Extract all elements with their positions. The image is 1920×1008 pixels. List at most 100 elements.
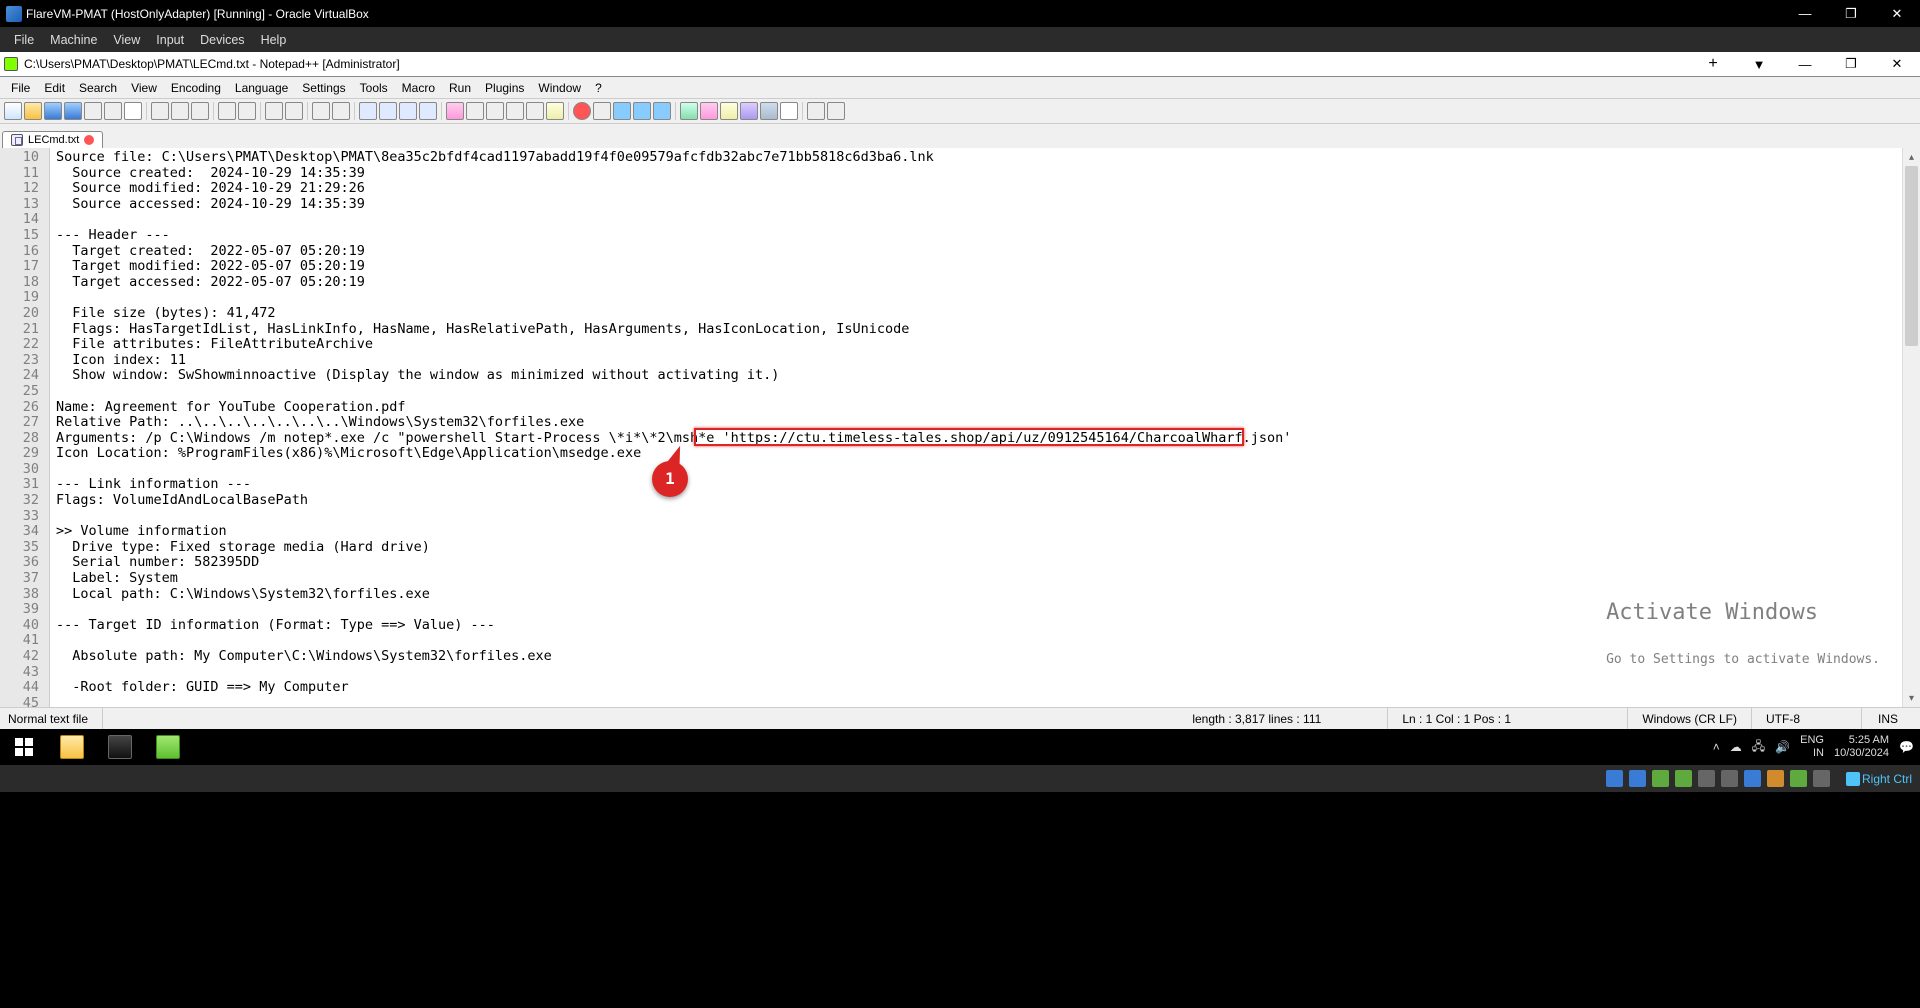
menu-help[interactable]: Help xyxy=(253,30,295,50)
tb-mark4[interactable] xyxy=(740,102,758,120)
npp-menu-view[interactable]: View xyxy=(124,79,164,97)
npp-menu-language[interactable]: Language xyxy=(228,79,295,97)
tb-mark5[interactable] xyxy=(760,102,778,120)
npp-menu-search[interactable]: Search xyxy=(72,79,124,97)
vbox-record-icon[interactable] xyxy=(1767,770,1784,787)
tb-copy[interactable] xyxy=(171,102,189,120)
vbox-cpu-icon[interactable] xyxy=(1790,770,1807,787)
npp-menu-encoding[interactable]: Encoding xyxy=(164,79,228,97)
tb-undo[interactable] xyxy=(218,102,236,120)
text-editor[interactable]: Source file: C:\Users\PMAT\Desktop\PMAT\… xyxy=(50,148,1902,707)
tb-zoomin[interactable] xyxy=(312,102,330,120)
tb-find[interactable] xyxy=(265,102,283,120)
tb-saveall[interactable] xyxy=(64,102,82,120)
tb-replace[interactable] xyxy=(285,102,303,120)
tb-extra2[interactable] xyxy=(827,102,845,120)
start-button[interactable] xyxy=(0,729,48,765)
tb-zoomout[interactable] xyxy=(332,102,350,120)
tb-cut[interactable] xyxy=(151,102,169,120)
tb-playmulti[interactable] xyxy=(633,102,651,120)
taskbar-notepadpp[interactable] xyxy=(144,729,192,765)
npp-menu-plugins[interactable]: Plugins xyxy=(478,79,531,97)
tab-lecmd[interactable]: LECmd.txt xyxy=(2,131,103,148)
minimize-button[interactable]: — xyxy=(1782,0,1828,27)
tb-map[interactable] xyxy=(466,102,484,120)
npp-menu-help[interactable]: ? xyxy=(588,79,609,97)
vbox-hostkey[interactable]: Right Ctrl xyxy=(1846,772,1912,786)
npp-menu-settings[interactable]: Settings xyxy=(295,79,352,97)
menu-view[interactable]: View xyxy=(105,30,148,50)
vbox-display-icon[interactable] xyxy=(1744,770,1761,787)
tb-new[interactable] xyxy=(4,102,22,120)
tb-indent[interactable] xyxy=(419,102,437,120)
tb-monitor[interactable] xyxy=(546,102,564,120)
tb-showall[interactable] xyxy=(399,102,417,120)
menu-file[interactable]: File xyxy=(6,30,42,50)
tb-extra1[interactable] xyxy=(807,102,825,120)
tb-clearstyle[interactable] xyxy=(780,102,798,120)
tb-funclist[interactable] xyxy=(506,102,524,120)
menu-devices[interactable]: Devices xyxy=(192,30,252,50)
tb-func[interactable] xyxy=(446,102,464,120)
tray-network-icon[interactable]: 🖧 xyxy=(1752,737,1765,758)
tb-mark2[interactable] xyxy=(700,102,718,120)
status-length: length : 3,817 lines : 111 xyxy=(1178,708,1388,729)
npp-close-button[interactable]: ✕ xyxy=(1874,52,1920,77)
tb-record[interactable] xyxy=(573,102,591,120)
vbox-usb-icon[interactable] xyxy=(1698,770,1715,787)
tb-open[interactable] xyxy=(24,102,42,120)
tb-stop[interactable] xyxy=(593,102,611,120)
tb-play[interactable] xyxy=(613,102,631,120)
tray-cloud-icon[interactable]: ☁ xyxy=(1730,740,1742,754)
npp-minimize-button[interactable]: — xyxy=(1782,52,1828,77)
npp-menu-edit[interactable]: Edit xyxy=(37,79,72,97)
menu-input[interactable]: Input xyxy=(148,30,192,50)
npp-menu-window[interactable]: Window xyxy=(531,79,588,97)
vbox-net-icon[interactable] xyxy=(1675,770,1692,787)
plus-button[interactable]: + xyxy=(1690,52,1736,77)
tab-close-icon[interactable] xyxy=(84,135,94,145)
vbox-audio-icon[interactable] xyxy=(1652,770,1669,787)
tb-sync[interactable] xyxy=(359,102,377,120)
vbox-share-icon[interactable] xyxy=(1721,770,1738,787)
vbox-hd-icon[interactable] xyxy=(1606,770,1623,787)
vertical-scrollbar[interactable]: ▴ ▾ xyxy=(1902,148,1920,707)
tb-save[interactable] xyxy=(44,102,62,120)
taskbar-app2[interactable] xyxy=(96,729,144,765)
tray-notifications-icon[interactable]: 💬 xyxy=(1899,740,1914,754)
scroll-up-icon[interactable]: ▴ xyxy=(1903,148,1920,166)
tb-savemacro[interactable] xyxy=(653,102,671,120)
taskbar-fileexplorer[interactable] xyxy=(48,729,96,765)
tb-print[interactable] xyxy=(124,102,142,120)
tray-language[interactable]: ENGIN xyxy=(1800,734,1824,760)
tb-paste[interactable] xyxy=(191,102,209,120)
line-number: 10 xyxy=(0,150,39,166)
dropdown-button[interactable]: ▼ xyxy=(1736,52,1782,77)
npp-restore-button[interactable]: ❐ xyxy=(1828,52,1874,77)
tb-close[interactable] xyxy=(84,102,102,120)
close-button[interactable]: ✕ xyxy=(1874,0,1920,27)
menu-machine[interactable]: Machine xyxy=(42,30,105,50)
tb-doclist[interactable] xyxy=(486,102,504,120)
scroll-down-icon[interactable]: ▾ xyxy=(1903,689,1920,707)
tray-chevron-icon[interactable]: ˄ xyxy=(1713,740,1720,754)
tb-folder[interactable] xyxy=(526,102,544,120)
line-number: 26 xyxy=(0,400,39,416)
npp-menu-macro[interactable]: Macro xyxy=(395,79,442,97)
npp-menu-run[interactable]: Run xyxy=(442,79,478,97)
tb-mark1[interactable] xyxy=(680,102,698,120)
vbox-mouse-icon[interactable] xyxy=(1813,770,1830,787)
tb-redo[interactable] xyxy=(238,102,256,120)
activate-windows-watermark: Activate Windows Go to Settings to activ… xyxy=(1606,574,1880,699)
line-number: 39 xyxy=(0,602,39,618)
scroll-thumb[interactable] xyxy=(1905,166,1918,346)
npp-menu-file[interactable]: File xyxy=(4,79,37,97)
tb-closeall[interactable] xyxy=(104,102,122,120)
tb-wrap[interactable] xyxy=(379,102,397,120)
npp-menu-tools[interactable]: Tools xyxy=(353,79,395,97)
vbox-cd-icon[interactable] xyxy=(1629,770,1646,787)
tb-mark3[interactable] xyxy=(720,102,738,120)
restore-button[interactable]: ❐ xyxy=(1828,0,1874,27)
tray-clock[interactable]: 5:25 AM10/30/2024 xyxy=(1834,734,1889,760)
tray-sound-icon[interactable]: 🔊 xyxy=(1775,740,1790,754)
